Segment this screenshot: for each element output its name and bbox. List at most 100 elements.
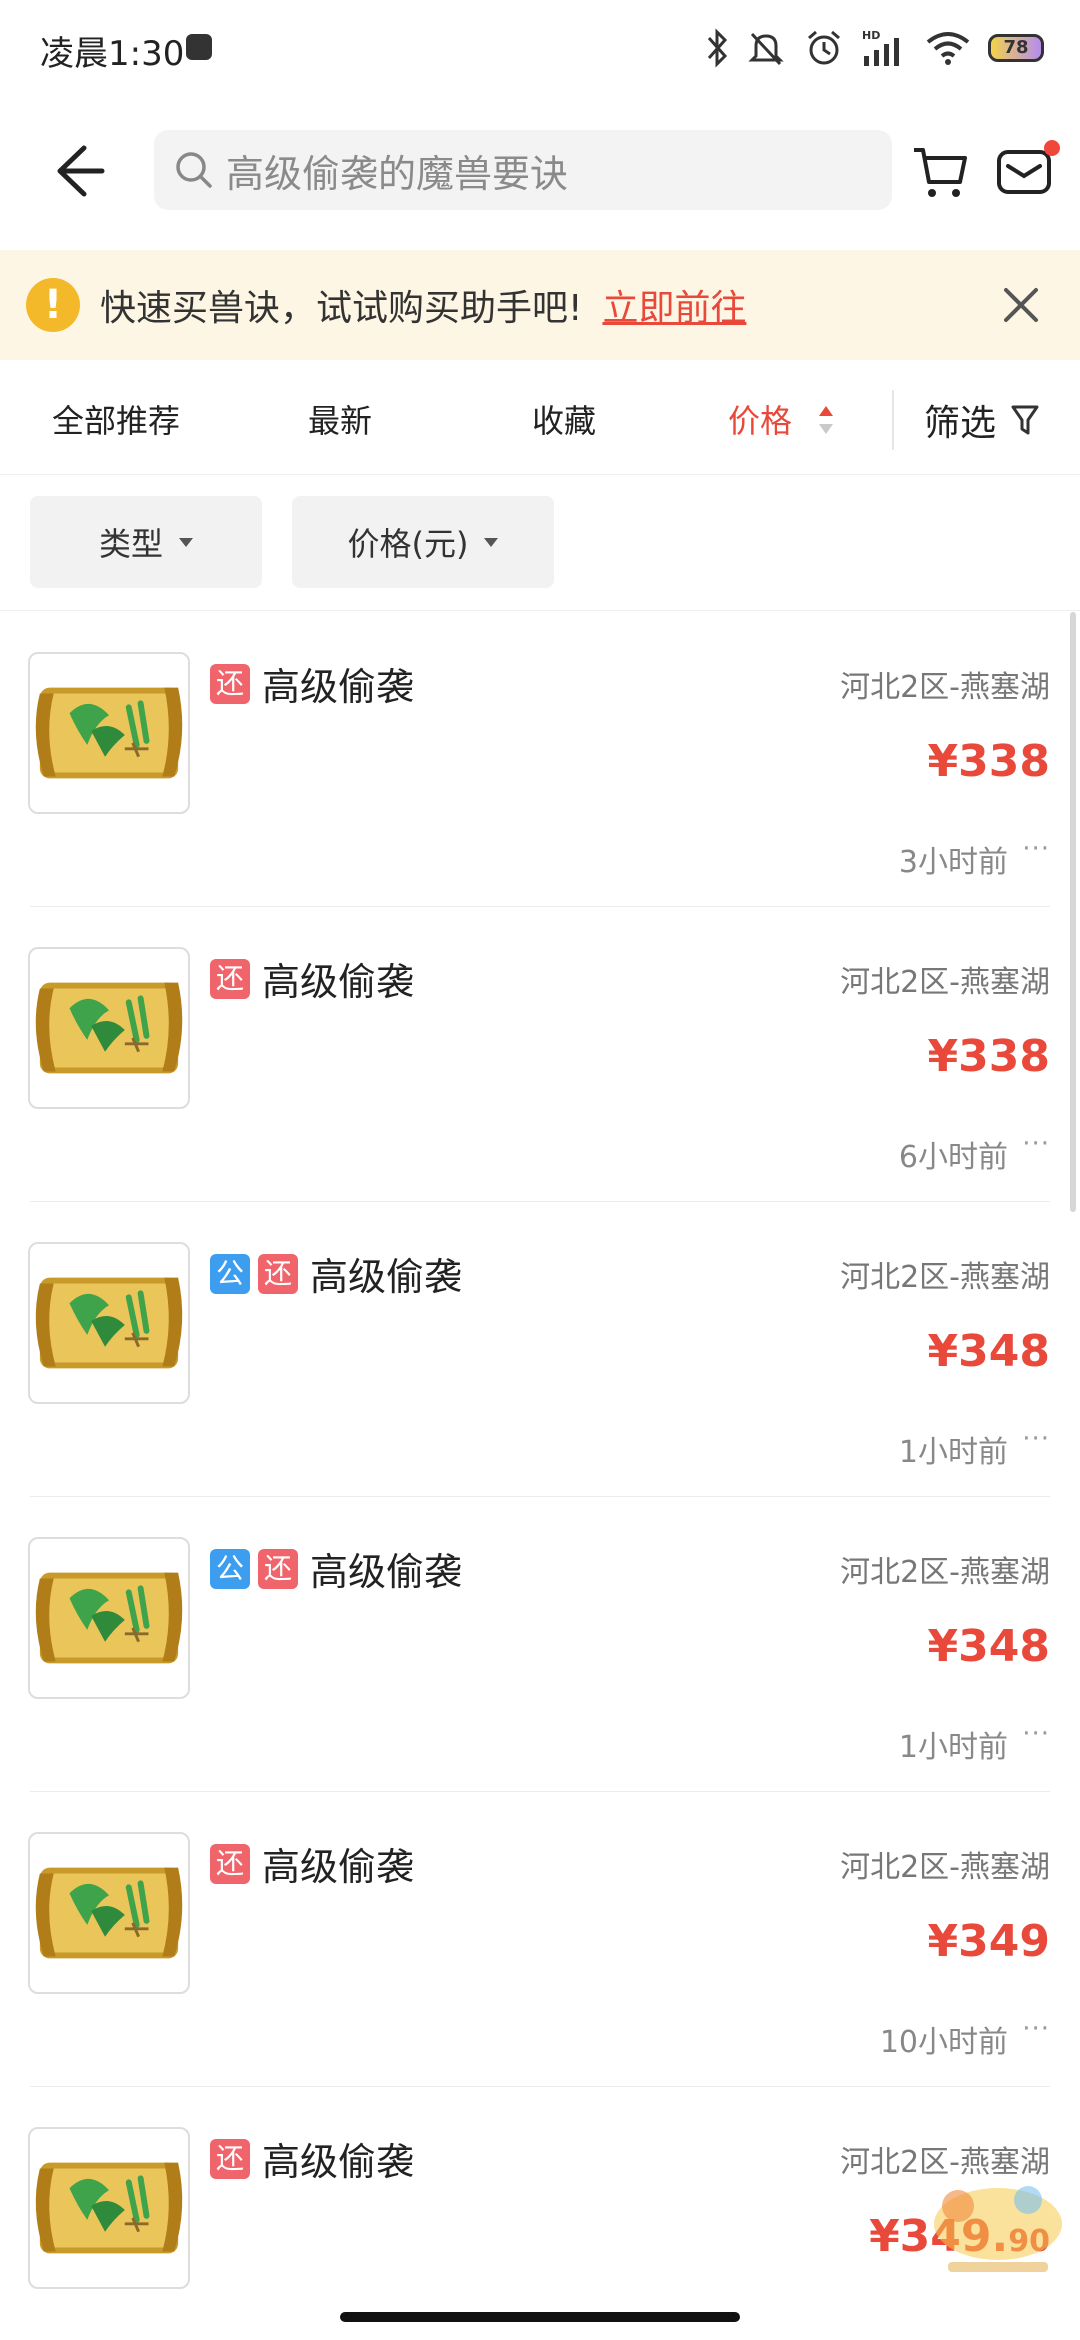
filter-chips: 类型 价格(元) bbox=[0, 476, 1080, 611]
search-placeholder: 高级偷袭的魔兽要诀 bbox=[226, 151, 569, 196]
type-dropdown-label: 类型 bbox=[98, 525, 163, 563]
item-title: 高级偷袭 bbox=[262, 960, 415, 1004]
price-main: ¥338 bbox=[927, 736, 1050, 787]
banner-text: 快速买兽诀，试试购买助手吧! bbox=[100, 288, 583, 329]
item-title: 高级偷袭 bbox=[310, 1255, 463, 1299]
public-tag: 公 bbox=[210, 1548, 250, 1589]
filter-label: 筛选 bbox=[924, 403, 997, 444]
promo-banner: ! 快速买兽诀，试试购买助手吧! 立即前往 bbox=[0, 250, 1080, 360]
public-tag: 公 bbox=[210, 1253, 250, 1294]
server-name: 河北2区-燕塞湖 bbox=[840, 965, 1050, 1000]
tab-latest[interactable]: 最新 bbox=[308, 396, 372, 442]
listed-time: 1小时前 bbox=[898, 1730, 1008, 1765]
listing-item[interactable]: 还高级偷袭 河北2区-燕塞湖 ¥338 3小时前 ··· bbox=[0, 612, 1080, 907]
mute-bell-icon bbox=[748, 32, 784, 66]
item-title: 高级偷袭 bbox=[262, 1845, 415, 1889]
svg-text:HD: HD bbox=[862, 29, 880, 42]
listed-time: 3小时前 bbox=[898, 845, 1008, 880]
title-row: 公还高级偷袭 bbox=[210, 1246, 462, 1301]
more-options-icon[interactable]: ··· bbox=[1022, 834, 1050, 864]
message-badge-dot bbox=[1044, 140, 1060, 156]
tab-all-recommend[interactable]: 全部推荐 bbox=[52, 396, 180, 442]
title-row: 还高级偷袭 bbox=[210, 1836, 414, 1891]
more-options-icon[interactable]: ··· bbox=[1022, 1719, 1050, 1749]
listed-time: 1小时前 bbox=[898, 1435, 1008, 1470]
item-price: ¥338 bbox=[928, 1031, 1050, 1082]
banner-go-link[interactable]: 立即前往 bbox=[602, 279, 746, 331]
server-name: 河北2区-燕塞湖 bbox=[840, 1555, 1050, 1590]
listing-item[interactable]: 还高级偷袭 河北2区-燕塞湖 ¥349 10小时前 ··· bbox=[0, 1792, 1080, 2087]
title-row: 公还高级偷袭 bbox=[210, 1541, 462, 1596]
listed-time: 10小时前 bbox=[879, 2025, 1008, 2060]
bargain-tag: 还 bbox=[258, 1548, 298, 1589]
listing-item[interactable]: 还高级偷袭 河北2区-燕塞湖 ¥338 6小时前 ··· bbox=[0, 907, 1080, 1202]
bargain-tag: 还 bbox=[258, 1253, 298, 1294]
status-bar: 凌晨1:30 HD 78 bbox=[0, 0, 1080, 96]
item-title: 高级偷袭 bbox=[262, 665, 415, 709]
signal-icon: HD bbox=[862, 29, 899, 66]
price-dropdown[interactable]: 价格(元) bbox=[292, 496, 554, 588]
cart-icon[interactable] bbox=[910, 142, 970, 202]
filter-icon bbox=[1011, 405, 1039, 435]
more-options-icon[interactable]: ··· bbox=[1022, 1129, 1050, 1159]
warning-icon: ! bbox=[26, 278, 80, 332]
title-row: 还高级偷袭 bbox=[210, 951, 414, 1006]
listing-item[interactable]: 还高级偷袭河北2区-燕塞湖¥349.90 bbox=[0, 2087, 1080, 2340]
item-price: ¥338 bbox=[928, 736, 1050, 787]
more-options-icon[interactable]: ··· bbox=[1022, 1424, 1050, 1454]
price-dropdown-label: 价格(元) bbox=[347, 525, 469, 563]
watermark-logo-icon bbox=[934, 2186, 1062, 2272]
search-input[interactable]: 高级偷袭的魔兽要诀 bbox=[154, 130, 892, 210]
wifi-icon bbox=[926, 32, 970, 65]
home-indicator[interactable] bbox=[340, 2312, 740, 2322]
item-title: 高级偷袭 bbox=[262, 2140, 415, 2184]
status-time: 凌晨1:30 bbox=[40, 34, 185, 74]
close-icon[interactable] bbox=[994, 278, 1048, 332]
search-icon bbox=[176, 152, 212, 188]
skill-book-thumbnail bbox=[28, 1832, 190, 1994]
tab-price[interactable]: 价格 bbox=[728, 396, 792, 442]
listing-item[interactable]: 公还高级偷袭 河北2区-燕塞湖 ¥348 1小时前 ··· bbox=[0, 1202, 1080, 1497]
type-dropdown[interactable]: 类型 bbox=[30, 496, 262, 588]
battery-indicator: 78 bbox=[988, 34, 1044, 62]
divider bbox=[892, 390, 894, 450]
item-price: ¥349 bbox=[928, 1916, 1050, 1967]
skill-book-thumbnail bbox=[28, 1537, 190, 1699]
server-name: 河北2区-燕塞湖 bbox=[840, 1260, 1050, 1295]
price-main: ¥348 bbox=[927, 1326, 1050, 1377]
title-row: 还高级偷袭 bbox=[210, 656, 414, 711]
item-title: 高级偷袭 bbox=[310, 1550, 463, 1594]
filter-button[interactable]: 筛选 bbox=[924, 394, 1040, 446]
item-price: ¥348 bbox=[928, 1326, 1050, 1377]
sort-tabs: 全部推荐 最新 收藏 价格 筛选 bbox=[0, 366, 1080, 475]
bargain-tag: 还 bbox=[210, 1843, 250, 1884]
alarm-icon bbox=[808, 30, 840, 65]
scrollbar[interactable] bbox=[1070, 612, 1076, 1212]
listing-item[interactable]: 公还高级偷袭 河北2区-燕塞湖 ¥348 1小时前 ··· bbox=[0, 1497, 1080, 1792]
skill-book-thumbnail bbox=[28, 2127, 190, 2289]
bluetooth-icon bbox=[707, 28, 728, 68]
tab-favorites[interactable]: 收藏 bbox=[532, 396, 596, 442]
bargain-tag: 还 bbox=[210, 2138, 250, 2179]
listing-list: 还高级偷袭 河北2区-燕塞湖 ¥338 3小时前 ··· 还高级偷袭 河北2区-燕塞湖 ¥3… bbox=[0, 612, 1080, 2340]
more-options-icon[interactable]: ··· bbox=[1022, 2014, 1050, 2044]
skill-book-thumbnail bbox=[28, 1242, 190, 1404]
top-bar: 高级偷袭的魔兽要诀 bbox=[0, 96, 1080, 246]
price-main: ¥338 bbox=[927, 1031, 1050, 1082]
sort-arrows-icon bbox=[819, 406, 833, 434]
status-icons: HD 78 bbox=[706, 24, 1044, 72]
price-main: ¥349 bbox=[927, 1916, 1050, 1967]
skill-book-thumbnail bbox=[28, 652, 190, 814]
message-notification-icon bbox=[186, 34, 212, 60]
skill-book-thumbnail bbox=[28, 947, 190, 1109]
server-name: 河北2区-燕塞湖 bbox=[840, 670, 1050, 705]
item-price: ¥348 bbox=[928, 1621, 1050, 1672]
caret-down-icon bbox=[484, 537, 499, 547]
back-arrow-icon[interactable] bbox=[40, 136, 110, 206]
price-main: ¥348 bbox=[927, 1621, 1050, 1672]
listed-time: 6小时前 bbox=[898, 1140, 1008, 1175]
server-name: 河北2区-燕塞湖 bbox=[840, 1850, 1050, 1885]
title-row: 还高级偷袭 bbox=[210, 2131, 414, 2186]
caret-down-icon bbox=[179, 537, 193, 547]
bargain-tag: 还 bbox=[210, 663, 250, 704]
